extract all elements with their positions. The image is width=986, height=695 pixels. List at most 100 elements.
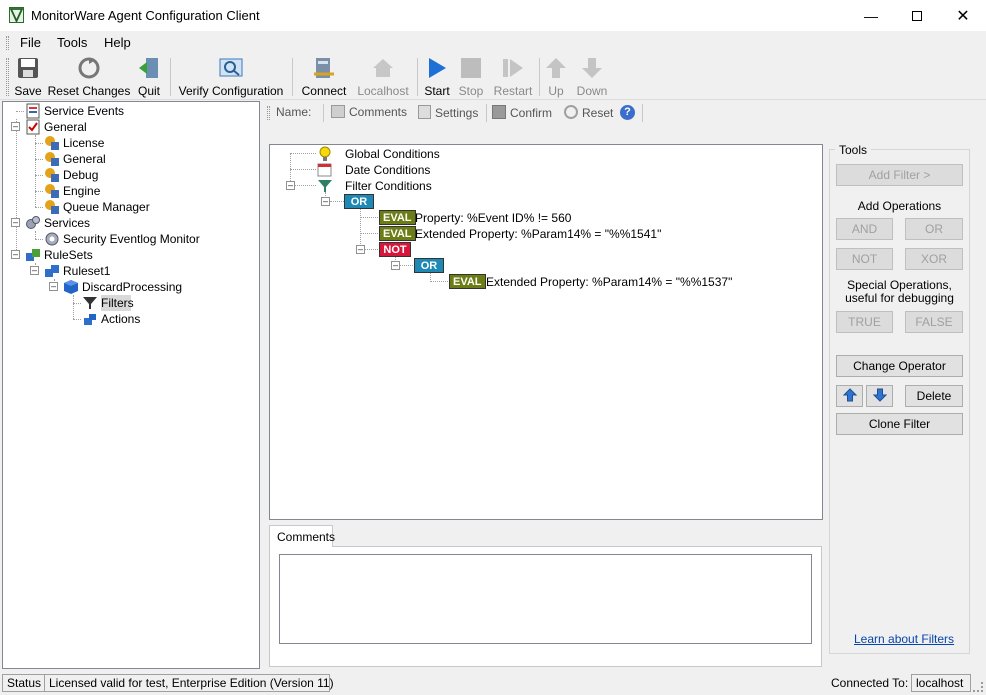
toolbar-grip [267, 106, 270, 120]
toolbar-separator [170, 58, 171, 96]
collapse-or-inner-toggle[interactable]: – [391, 261, 400, 270]
comments-textarea[interactable] [279, 554, 812, 644]
tree-item-actions[interactable]: Actions [82, 311, 162, 327]
or-button[interactable]: OR [905, 218, 963, 240]
tree-item-ruleset1[interactable]: Ruleset1 [44, 263, 244, 279]
tree-item-service-events[interactable]: Service Events [25, 103, 225, 119]
move-down-button[interactable] [866, 385, 893, 407]
learn-about-filters-link[interactable]: Learn about Filters [854, 632, 954, 646]
menu-file[interactable]: File [20, 35, 41, 50]
collapse-filter-conditions-toggle[interactable]: – [286, 181, 295, 190]
tree-line [35, 231, 36, 239]
calendar-icon [317, 162, 333, 178]
save-icon [492, 105, 506, 119]
arrow-down-icon [582, 58, 602, 78]
tree-item-engine[interactable]: Engine [44, 183, 244, 199]
xor-button[interactable]: XOR [905, 248, 963, 270]
save-button[interactable]: Save [14, 56, 42, 98]
delete-button[interactable]: Delete [905, 385, 963, 407]
arrow-up-icon [546, 58, 566, 78]
eval-event-id-condition[interactable]: Property: %Event ID% != 560 [415, 211, 571, 225]
eval-badge[interactable]: EVAL [379, 226, 416, 241]
start-button[interactable]: Start [423, 56, 451, 98]
app-icon [9, 7, 24, 23]
comments-button[interactable]: Comments [331, 105, 407, 119]
up-button[interactable]: Up [543, 56, 569, 98]
or-inner-operator-node[interactable]: OR [414, 258, 444, 273]
down-button[interactable]: Down [574, 56, 610, 98]
comments-tab[interactable]: Comments [269, 525, 335, 547]
rulesets-icon [26, 249, 40, 261]
tree-line [290, 169, 316, 170]
tree-line [35, 207, 43, 208]
connected-host: localhost [911, 674, 971, 692]
verify-configuration-button[interactable]: Verify Configuration [176, 56, 286, 98]
collapse-discard-toggle[interactable]: – [49, 282, 58, 291]
tree-item-license[interactable]: License [44, 135, 244, 151]
resize-grip-icon[interactable] [973, 682, 983, 692]
settings-button[interactable]: Settings [418, 105, 478, 120]
true-button[interactable]: TRUE [836, 311, 893, 333]
reset-changes-button[interactable]: Reset Changes [48, 56, 130, 98]
verify-icon [219, 58, 243, 77]
not-operator-node[interactable]: NOT [379, 242, 411, 257]
connect-button[interactable]: Connect [299, 56, 349, 98]
restart-button[interactable]: Restart [492, 56, 534, 98]
clone-filter-button[interactable]: Clone Filter [836, 413, 963, 435]
add-filter-button[interactable]: Add Filter > [836, 164, 963, 186]
tree-line [365, 249, 378, 250]
maximize-button[interactable] [894, 0, 940, 31]
tree-item-security-eventlog-monitor[interactable]: Security Eventlog Monitor [44, 231, 254, 247]
move-up-button[interactable] [836, 385, 863, 407]
or-operator-node[interactable]: OR [344, 194, 374, 209]
menu-bar [0, 31, 986, 53]
stop-button[interactable]: Stop [457, 56, 485, 98]
quit-button[interactable]: Quit [135, 56, 163, 98]
localhost-button[interactable]: Localhost [355, 56, 411, 98]
and-button[interactable]: AND [836, 218, 893, 240]
collapse-not-toggle[interactable]: – [356, 245, 365, 254]
save-icon [18, 58, 38, 78]
help-icon[interactable]: ? [620, 105, 635, 120]
global-conditions-node[interactable]: Global Conditions [345, 147, 440, 161]
minimize-button[interactable]: — [848, 0, 894, 31]
tree-item-debug[interactable]: Debug [44, 167, 244, 183]
lightbulb-icon [317, 146, 333, 162]
confirm-button[interactable]: Confirm [492, 105, 552, 120]
tree-item-filters[interactable]: Filters [82, 295, 142, 311]
collapse-rulesets-toggle[interactable]: – [11, 250, 20, 259]
minimize-icon: — [864, 7, 878, 24]
tree-item-services[interactable]: Services [25, 215, 225, 231]
close-button[interactable]: ✕ [940, 0, 986, 31]
tree-item-discardprocessing[interactable]: DiscardProcessing [63, 279, 253, 295]
tree-line [360, 217, 378, 218]
arrow-up-icon [842, 388, 857, 402]
tree-line [73, 303, 81, 304]
false-button[interactable]: FALSE [905, 311, 963, 333]
menu-help[interactable]: Help [104, 35, 131, 50]
eval-param14-1537-condition[interactable]: Extended Property: %Param14% = "%%1537" [486, 275, 732, 289]
eval-badge[interactable]: EVAL [449, 274, 486, 289]
change-operator-button[interactable]: Change Operator [836, 355, 963, 377]
eval-param14-1541-condition[interactable]: Extended Property: %Param14% = "%%1541" [415, 227, 661, 241]
collapse-general-toggle[interactable]: – [11, 122, 20, 131]
toolbar-separator [539, 58, 540, 96]
tree-item-general-settings[interactable]: General [44, 151, 244, 167]
collapse-services-toggle[interactable]: – [11, 218, 20, 227]
menu-tools[interactable]: Tools [57, 35, 87, 50]
tree-line [35, 135, 36, 207]
not-button[interactable]: NOT [836, 248, 893, 270]
filter-conditions-node[interactable]: Filter Conditions [345, 179, 432, 193]
collapse-or-toggle[interactable]: – [321, 197, 330, 206]
tree-line [35, 143, 43, 144]
reset-button[interactable]: Reset [564, 105, 613, 120]
tree-line [35, 239, 43, 240]
tree-item-rulesets[interactable]: RuleSets [25, 247, 225, 263]
collapse-ruleset1-toggle[interactable]: – [30, 266, 39, 275]
tree-item-queue-manager[interactable]: Queue Manager [44, 199, 244, 215]
close-icon: ✕ [956, 7, 970, 25]
tree-item-general[interactable]: General [25, 119, 225, 135]
eval-badge[interactable]: EVAL [379, 210, 416, 225]
tree-line [35, 159, 43, 160]
date-conditions-node[interactable]: Date Conditions [345, 163, 430, 177]
